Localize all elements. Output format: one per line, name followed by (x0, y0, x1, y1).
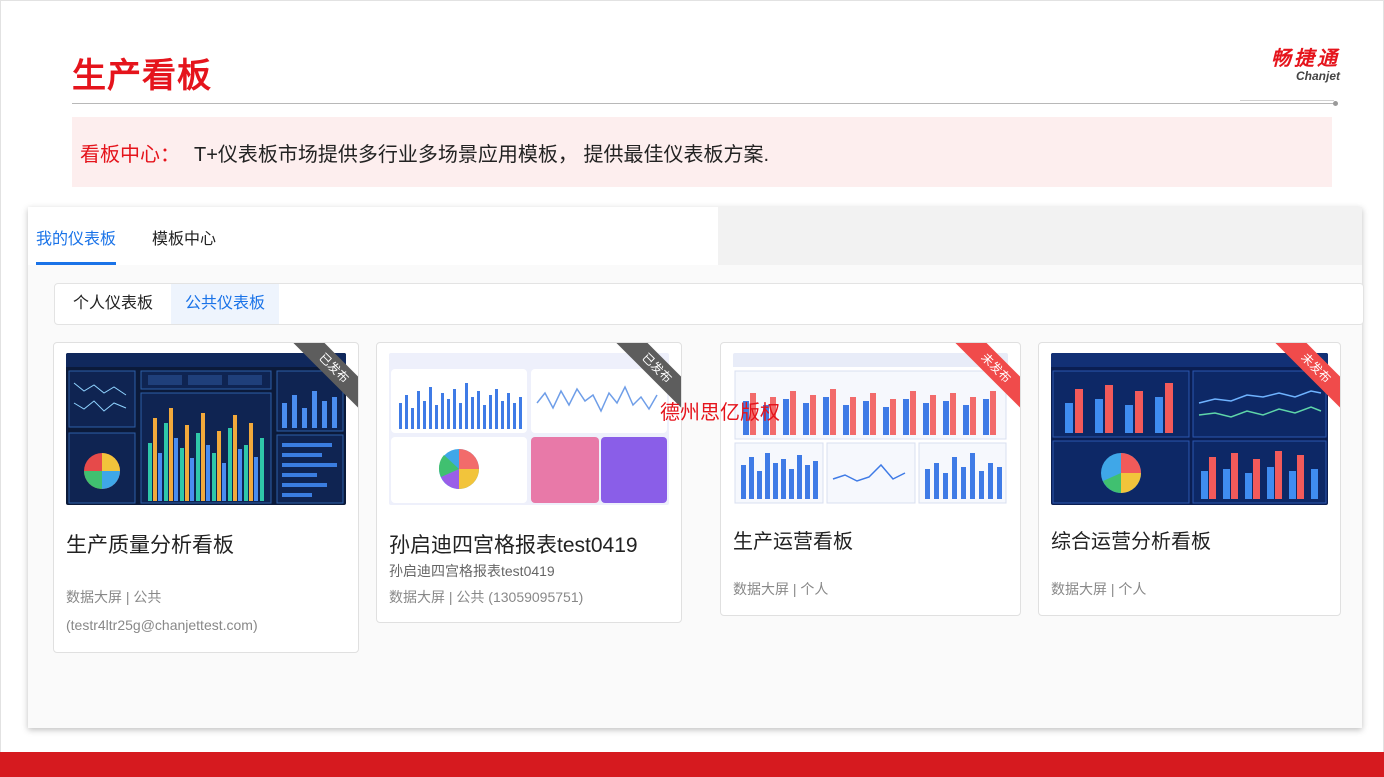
banner-text: T+仪表板市场提供多行业多场景应用模板， 提供最佳仪表板方案. (194, 143, 770, 166)
card-title: 生产质量分析看板 (66, 534, 234, 557)
card-title: 孙启迪四宫格报表test0419 (389, 534, 638, 557)
card-meta: 数据大屏 | 公共 (66, 589, 162, 605)
subtab-personal[interactable]: 个人仪表板 (59, 284, 167, 324)
copyright-watermark: 德州思亿版权 (660, 402, 780, 424)
logo-cn-text: 畅捷通 (1271, 48, 1340, 70)
card-meta: 数据大屏 | 个人 (1051, 581, 1147, 597)
main-tabs: 我的仪表板 模板中心 (28, 207, 1362, 265)
dashboard-card[interactable]: 未发布 生产运营看板 数据大屏 | 个人 (720, 342, 1021, 616)
dashboard-card[interactable]: 已发布 生产质量分析看板 数据大屏 | 公共 (testr4ltr25g@cha… (53, 342, 359, 653)
chanjet-logo: 畅捷通 Chanjet (1240, 42, 1340, 83)
tab-template-center[interactable]: 模板中心 (152, 225, 216, 249)
title-divider-accent (1240, 100, 1334, 101)
card-title: 生产运营看板 (733, 531, 853, 553)
dashboard-thumbnail (1051, 353, 1328, 505)
active-tab-underline (36, 262, 116, 265)
banner-keyword: 看板中心： (80, 143, 180, 166)
logo-en-text: Chanjet (1295, 69, 1340, 83)
title-divider (72, 103, 1337, 104)
dashboard-screenshot: 我的仪表板 模板中心 个人仪表板 公共仪表板 已发布 生产质量分析看板 数据大屏… (28, 207, 1364, 728)
dashboard-thumbnail (389, 353, 669, 505)
card-meta: 数据大屏 | 个人 (733, 581, 829, 597)
dashboard-thumbnail (733, 353, 1008, 505)
page-title: 生产看板 (72, 57, 212, 95)
dashboard-thumbnail (66, 353, 346, 505)
footer-bar (0, 752, 1384, 777)
sub-tabs: 个人仪表板 公共仪表板 (54, 283, 1364, 325)
main-tabs-bg (28, 207, 718, 265)
intro-banner: 看板中心： T+仪表板市场提供多行业多场景应用模板， 提供最佳仪表板方案. (72, 117, 1332, 187)
dashboard-card[interactable]: 未发布 综合运营分析看板 数据大屏 | 个人 (1038, 342, 1341, 616)
dashboard-card[interactable]: 已发布 孙启迪四宫格报表test0419 孙启迪四宫格报表test0419 数据… (376, 342, 682, 623)
card-title: 综合运营分析看板 (1051, 531, 1211, 553)
card-meta: 数据大屏 | 公共 (13059095751) (389, 589, 584, 605)
subtab-public[interactable]: 公共仪表板 (171, 284, 280, 324)
card-subtitle: 孙启迪四宫格报表test0419 (389, 563, 555, 579)
card-owner: (testr4ltr25g@chanjettest.com) (66, 617, 258, 633)
title-divider-dot (1333, 101, 1338, 106)
tab-my-dashboard[interactable]: 我的仪表板 (36, 225, 116, 249)
